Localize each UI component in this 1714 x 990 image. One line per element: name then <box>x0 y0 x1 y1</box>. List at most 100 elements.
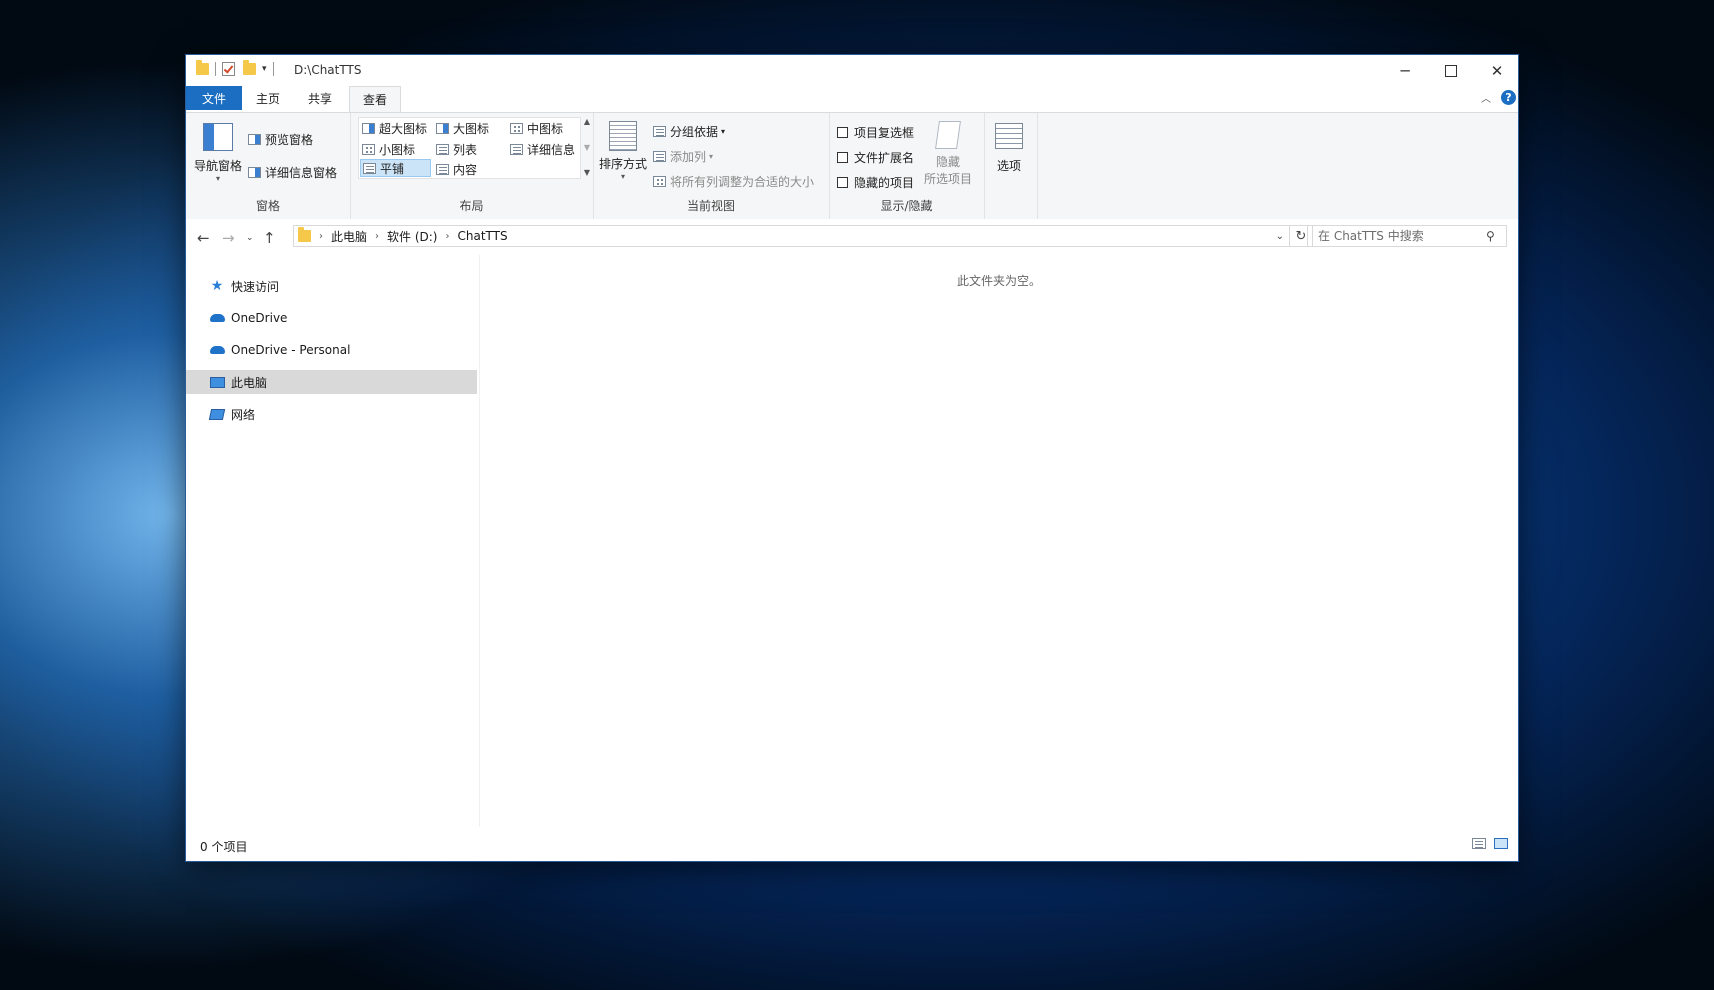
extra-large-icons-icon <box>362 123 375 134</box>
ribbon: 导航窗格 ▾ 预览窗格 详细信息窗格 窗格 超大图标 大图标 中图标 小图标 列… <box>186 112 1518 221</box>
breadcrumb-drive-d[interactable]: 软件 (D:) <box>387 228 437 245</box>
breadcrumb-chevron-icon[interactable]: › <box>445 231 449 242</box>
preview-pane-icon <box>248 134 261 145</box>
nav-pane-label: 导航窗格 <box>194 159 243 173</box>
item-checkboxes-toggle[interactable]: 项目复选框 <box>837 124 914 141</box>
layout-large-icons[interactable]: 大图标 <box>436 120 489 137</box>
layout-gallery-scroll[interactable]: ▲ ▼ ▼ <box>581 117 593 177</box>
checkbox[interactable] <box>837 127 848 138</box>
nav-item-label: OneDrive <box>231 311 288 325</box>
help-icon[interactable]: ? <box>1501 90 1516 105</box>
tab-view[interactable]: 查看 <box>349 86 401 113</box>
nav-item-quick-access[interactable]: ★ 快速访问 <box>186 274 477 298</box>
layout-medium-icons[interactable]: 中图标 <box>510 120 563 137</box>
up-arrow-icon[interactable]: ↑ <box>263 229 276 247</box>
close-icon: ✕ <box>1490 61 1504 80</box>
details-view-icon[interactable] <box>1472 838 1486 849</box>
layout-extra-large-icons[interactable]: 超大图标 <box>362 120 427 137</box>
nav-item-this-pc[interactable]: 此电脑 <box>186 370 477 394</box>
group-options: 选项 <box>984 113 1038 220</box>
properties-icon[interactable] <box>222 62 235 76</box>
group-by-button[interactable]: 分组依据 ▾ <box>653 123 725 140</box>
hide-selected-button[interactable]: 隐藏 所选项目 <box>924 121 972 187</box>
breadcrumb-chevron-icon[interactable]: › <box>375 231 379 242</box>
details-icon <box>510 144 523 155</box>
preview-pane-button[interactable]: 预览窗格 <box>248 131 313 148</box>
new-folder-icon[interactable] <box>243 60 256 75</box>
add-columns-button[interactable]: 添加列 ▾ <box>653 148 713 165</box>
maximize-icon <box>1445 64 1457 77</box>
quick-access-toolbar: ▾ <box>196 60 280 76</box>
network-icon <box>208 407 226 421</box>
details-pane-label: 详细信息窗格 <box>265 166 338 180</box>
nav-pane-button[interactable]: 导航窗格 ▾ <box>194 123 242 183</box>
nav-item-label: 此电脑 <box>231 375 268 390</box>
options-label: 选项 <box>996 159 1021 173</box>
group-panes: 导航窗格 ▾ 预览窗格 详细信息窗格 窗格 <box>186 113 351 220</box>
breadcrumb-this-pc[interactable]: 此电脑 <box>331 228 367 245</box>
preview-pane-label: 预览窗格 <box>265 133 314 147</box>
layout-list[interactable]: 列表 <box>436 141 477 158</box>
status-bar: 0 个项目 <box>186 827 1518 861</box>
customize-toolbar-chevron-icon[interactable]: ▾ <box>262 64 267 74</box>
layout-content[interactable]: 内容 <box>436 161 477 178</box>
checkbox[interactable] <box>837 152 848 163</box>
close-button[interactable]: ✕ <box>1474 55 1518 86</box>
options-button[interactable]: 选项 <box>995 123 1023 174</box>
star-icon: ★ <box>210 278 224 294</box>
tab-home[interactable]: 主页 <box>242 86 294 111</box>
expand-gallery-icon[interactable]: ▼ <box>584 168 590 177</box>
back-arrow-icon[interactable]: ← <box>197 229 210 247</box>
file-list-area[interactable]: 此文件夹为空。 <box>480 255 1518 827</box>
search-input[interactable] <box>1316 228 1480 244</box>
sort-icon <box>609 121 637 151</box>
group-label-panes: 窗格 <box>255 199 280 213</box>
collapse-ribbon-icon[interactable]: ︿ <box>1481 90 1491 105</box>
minimize-button[interactable]: ─ <box>1382 55 1428 86</box>
size-columns-button[interactable]: 将所有列调整为合适的大小 <box>653 173 814 190</box>
sort-by-button[interactable]: 排序方式 ▾ <box>599 121 647 181</box>
layout-details[interactable]: 详细信息 <box>510 141 575 158</box>
large-icons-icon <box>436 123 449 134</box>
file-explorer-window: ▾ D:\ChatTTS ─ ✕ 文件 主页 共享 查看 ︿ ? 导航窗格 ▾ … <box>186 55 1518 861</box>
chevron-down-icon: ▾ <box>621 172 626 181</box>
hidden-items-toggle[interactable]: 隐藏的项目 <box>837 174 914 191</box>
details-pane-icon <box>248 167 261 178</box>
sort-by-label: 排序方式 <box>599 157 648 171</box>
maximize-button[interactable] <box>1428 55 1474 86</box>
search-box[interactable]: ⚲ <box>1307 225 1507 247</box>
cloud-icon <box>209 343 225 357</box>
tab-file[interactable]: 文件 <box>186 86 242 110</box>
details-pane-button[interactable]: 详细信息窗格 <box>248 164 337 181</box>
minimize-icon: ─ <box>1400 61 1410 80</box>
group-label-show-hide: 显示/隐藏 <box>880 199 933 213</box>
layout-tiles[interactable]: 平铺 <box>360 159 431 177</box>
nav-item-onedrive-personal[interactable]: OneDrive - Personal <box>186 338 477 362</box>
list-icon <box>436 144 449 155</box>
nav-item-network[interactable]: 网络 <box>186 402 477 426</box>
search-icon[interactable]: ⚲ <box>1486 229 1495 243</box>
scroll-down-icon[interactable]: ▼ <box>584 143 590 152</box>
layout-small-icons[interactable]: 小图标 <box>362 141 415 158</box>
address-dropdown-icon[interactable]: ⌄ <box>1276 231 1284 242</box>
cloud-icon <box>209 311 225 325</box>
forward-arrow-icon[interactable]: → <box>222 229 235 247</box>
file-extensions-toggle[interactable]: 文件扩展名 <box>837 149 914 166</box>
breadcrumb-chattts[interactable]: ChatTTS <box>457 229 507 243</box>
nav-item-onedrive[interactable]: OneDrive <box>186 306 477 330</box>
folder-icon <box>298 227 311 242</box>
hide-selected-icon <box>935 121 961 149</box>
group-show-hide: 项目复选框 文件扩展名 隐藏的项目 隐藏 所选项目 显示/隐藏 <box>829 113 985 220</box>
tab-share[interactable]: 共享 <box>294 86 346 111</box>
address-bar[interactable]: › 此电脑 › 软件 (D:) › ChatTTS ⌄ ↻ <box>293 225 1313 247</box>
scroll-up-icon[interactable]: ▲ <box>584 117 590 126</box>
checkbox[interactable] <box>837 177 848 188</box>
large-icons-view-icon[interactable] <box>1494 838 1508 849</box>
recent-locations-chevron-icon[interactable]: ⌄ <box>246 233 254 243</box>
window-title: D:\ChatTTS <box>294 63 362 77</box>
title-bar: ▾ D:\ChatTTS ─ ✕ <box>186 55 1518 86</box>
chevron-down-icon: ▾ <box>216 174 221 183</box>
breadcrumb-chevron-icon[interactable]: › <box>319 231 323 242</box>
group-layout: 超大图标 大图标 中图标 小图标 列表 详细信息 平铺 内容 ▲ ▼ ▼ 布局 <box>350 113 594 220</box>
medium-icons-icon <box>510 123 523 134</box>
